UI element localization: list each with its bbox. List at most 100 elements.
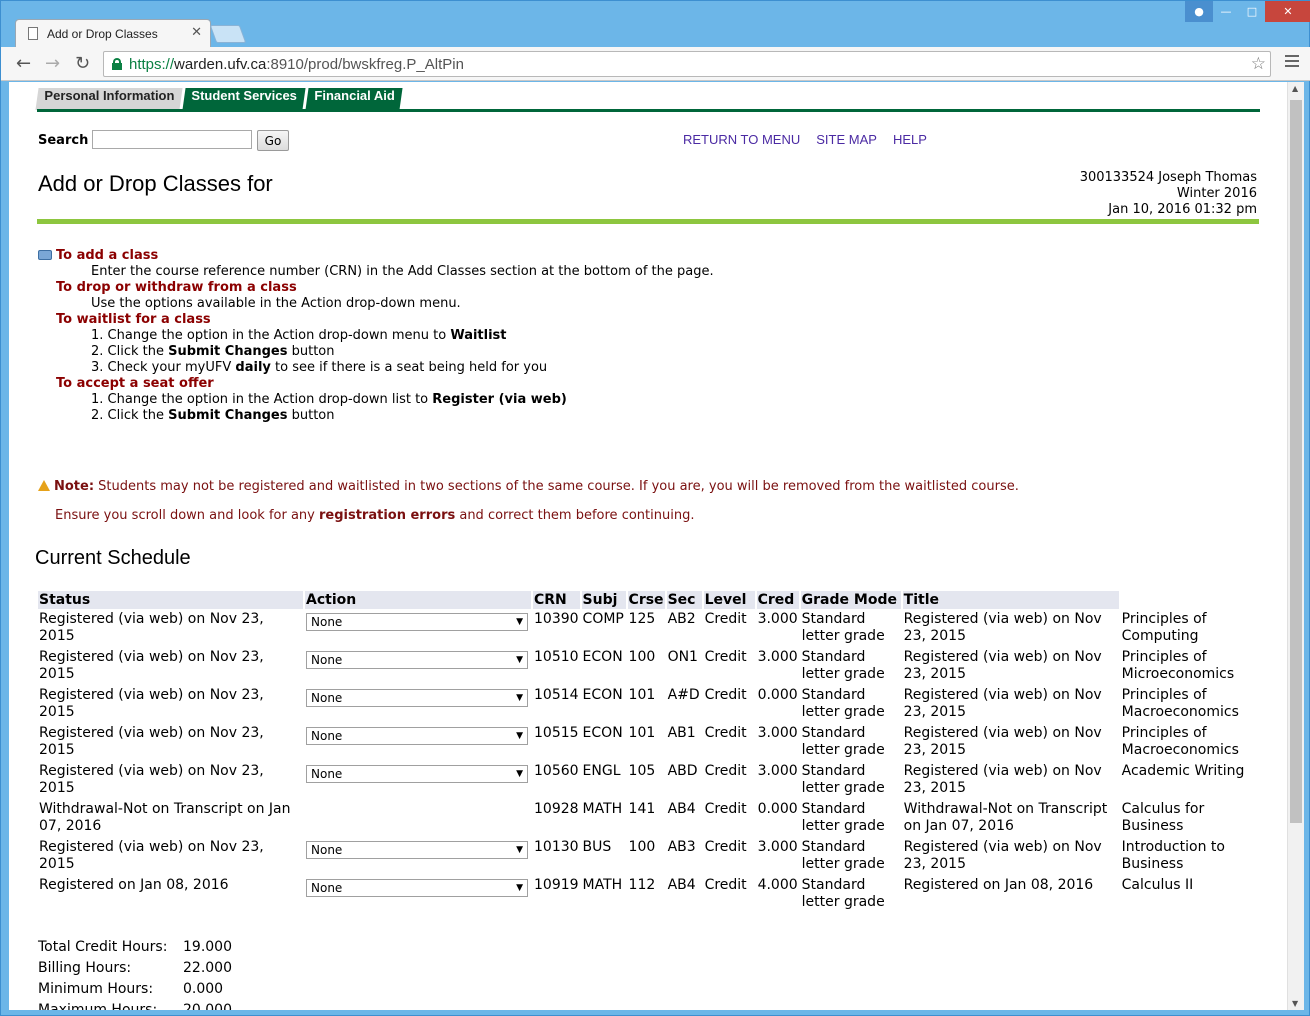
tab-strip: Add or Drop Classes ✕ ● — □ ✕ — [1, 1, 1310, 47]
browser-menu-icon[interactable] — [1285, 55, 1299, 70]
vertical-scrollbar[interactable]: ▲ ▼ — [1287, 82, 1304, 1010]
col-level: Level — [703, 591, 755, 609]
tab-personal-information[interactable]: Personal Information — [35, 88, 183, 110]
crse-cell: 100 — [628, 839, 656, 855]
crn-cell: 10919 — [534, 877, 579, 893]
crse-cell: 100 — [628, 649, 656, 665]
dropdown-arrow-icon: ▼ — [516, 693, 523, 703]
browser-toolbar: ← → ↻ https://warden.ufv.ca:8910/prod/bw… — [1, 47, 1310, 81]
action-select[interactable]: None ▼ — [306, 841, 528, 859]
col-cred: Cred — [756, 591, 799, 609]
dropdown-arrow-icon: ▼ — [516, 655, 523, 665]
action-select-value: None — [311, 653, 343, 667]
grade-mode-cell: Standard letter grade — [801, 611, 885, 644]
table-row: Registered (via web) on Nov 23, 2015 None… — [38, 763, 1261, 799]
cred-cell: 0.000 — [757, 687, 798, 703]
title-cell: Registered (via web) on Nov 23, 2015 — [903, 687, 1102, 720]
dropdown-arrow-icon: ▼ — [516, 769, 523, 779]
new-tab-button[interactable] — [209, 25, 247, 43]
bookmark-star-icon[interactable]: ☆ — [1251, 54, 1266, 74]
close-tab-icon[interactable]: ✕ — [191, 25, 202, 40]
portal-tabs: Personal Information Student Services Fi… — [35, 88, 404, 110]
scroll-down-icon[interactable]: ▼ — [1292, 999, 1298, 1008]
registration-errors-message: Ensure you scroll down and look for any … — [55, 508, 695, 523]
minimum-hours: Minimum Hours: 0.000 — [38, 981, 224, 997]
forward-icon[interactable]: → — [45, 53, 60, 74]
page-viewport: Personal Information Student Services Fi… — [9, 82, 1287, 1010]
action-select[interactable]: None ▼ — [306, 651, 528, 669]
subj-cell: MATH — [582, 877, 623, 893]
title-cell: Withdrawal-Not on Transcript on Jan 07, … — [903, 801, 1108, 834]
table-row: Registered (via web) on Nov 23, 2015 None… — [38, 839, 1261, 875]
billing-hours: Billing Hours: 22.000 — [38, 960, 232, 976]
cred-cell: 4.000 — [757, 877, 798, 893]
search-label: Search — [38, 133, 89, 148]
status-cell: Registered (via web) on Nov 23, 2015 — [39, 725, 264, 758]
sec-cell: AB2 — [667, 611, 696, 627]
accept-step-1: 1. Change the option in the Action drop-… — [91, 392, 567, 407]
action-select[interactable]: None ▼ — [306, 613, 528, 631]
title-cell: Registered (via web) on Nov 23, 2015 — [903, 763, 1102, 796]
search-input[interactable] — [92, 130, 252, 149]
crn-cell: 10514 — [534, 687, 579, 703]
table-row: Registered (via web) on Nov 23, 2015 None… — [38, 725, 1261, 761]
drop-class-text: Use the options available in the Action … — [91, 296, 461, 311]
action-cell: None ▼ — [305, 687, 531, 723]
action-cell: None ▼ — [305, 763, 531, 799]
crn-cell: 10928 — [534, 801, 579, 817]
return-to-menu-link[interactable]: RETURN TO MENU — [683, 132, 800, 147]
action-cell: None ▼ — [305, 649, 531, 685]
action-select-value: None — [311, 729, 343, 743]
action-select-value: None — [311, 615, 343, 629]
course-title-cell: Introduction to Business — [1121, 839, 1225, 872]
address-bar[interactable]: https://warden.ufv.ca:8910/prod/bwskfreg… — [103, 51, 1271, 77]
table-row: Registered (via web) on Nov 23, 2015 None… — [38, 687, 1261, 723]
back-icon[interactable]: ← — [16, 53, 31, 74]
user-icon[interactable]: ● — [1185, 1, 1213, 22]
level-cell: Credit — [704, 687, 747, 703]
close-window-icon[interactable]: ✕ — [1265, 1, 1310, 22]
subj-cell: COMP — [582, 611, 624, 627]
browser-tab[interactable]: Add or Drop Classes ✕ — [15, 19, 211, 47]
col-subj: Subj — [581, 591, 626, 609]
minimize-icon[interactable]: — — [1213, 1, 1239, 22]
scrollbar-thumb[interactable] — [1290, 100, 1302, 823]
action-select[interactable]: None ▼ — [306, 689, 528, 707]
title-cell: Registered on Jan 08, 2016 — [903, 877, 1094, 893]
cred-cell: 3.000 — [757, 763, 798, 779]
title-cell: Registered (via web) on Nov 23, 2015 — [903, 725, 1102, 758]
maximize-icon[interactable]: □ — [1239, 1, 1265, 22]
dropdown-arrow-icon: ▼ — [516, 883, 523, 893]
action-select[interactable]: None ▼ — [306, 879, 528, 897]
tab-financial-aid[interactable]: Financial Aid — [304, 88, 403, 110]
title-cell: Registered (via web) on Nov 23, 2015 — [903, 649, 1102, 682]
level-cell: Credit — [704, 877, 747, 893]
level-cell: Credit — [704, 839, 747, 855]
cred-cell: 0.000 — [757, 801, 798, 817]
waitlist-step-1: 1. Change the option in the Action drop-… — [91, 328, 507, 343]
url-text: https://warden.ufv.ca:8910/prod/bwskfreg… — [129, 56, 464, 73]
action-select[interactable]: None ▼ — [306, 765, 528, 783]
action-cell: None ▼ — [305, 725, 531, 761]
sec-cell: AB4 — [667, 877, 696, 893]
col-crse: Crse — [627, 591, 665, 609]
add-class-text: Enter the course reference number (CRN) … — [91, 264, 714, 279]
tab-student-services[interactable]: Student Services — [182, 88, 306, 110]
timestamp: Jan 10, 2016 01:32 pm — [1108, 202, 1257, 217]
help-link[interactable]: HELP — [893, 132, 927, 147]
go-button[interactable]: Go — [257, 130, 289, 151]
scroll-up-icon[interactable]: ▲ — [1292, 84, 1298, 93]
accept-step-2: 2. Click the Submit Changes button — [91, 408, 335, 423]
sec-cell: ABD — [667, 763, 698, 779]
site-map-link[interactable]: SITE MAP — [816, 132, 877, 147]
waitlist-step-2: 2. Click the Submit Changes button — [91, 344, 335, 359]
course-title-cell: Principles of Macroeconomics — [1121, 725, 1239, 758]
level-cell: Credit — [704, 611, 747, 627]
grade-mode-cell: Standard letter grade — [801, 763, 885, 796]
status-cell: Registered (via web) on Nov 23, 2015 — [39, 611, 264, 644]
action-select[interactable]: None ▼ — [306, 727, 528, 745]
reload-icon[interactable]: ↻ — [75, 53, 90, 74]
action-cell — [305, 801, 531, 837]
grade-mode-cell: Standard letter grade — [801, 877, 885, 910]
accept-seat-heading: To accept a seat offer — [56, 376, 214, 391]
